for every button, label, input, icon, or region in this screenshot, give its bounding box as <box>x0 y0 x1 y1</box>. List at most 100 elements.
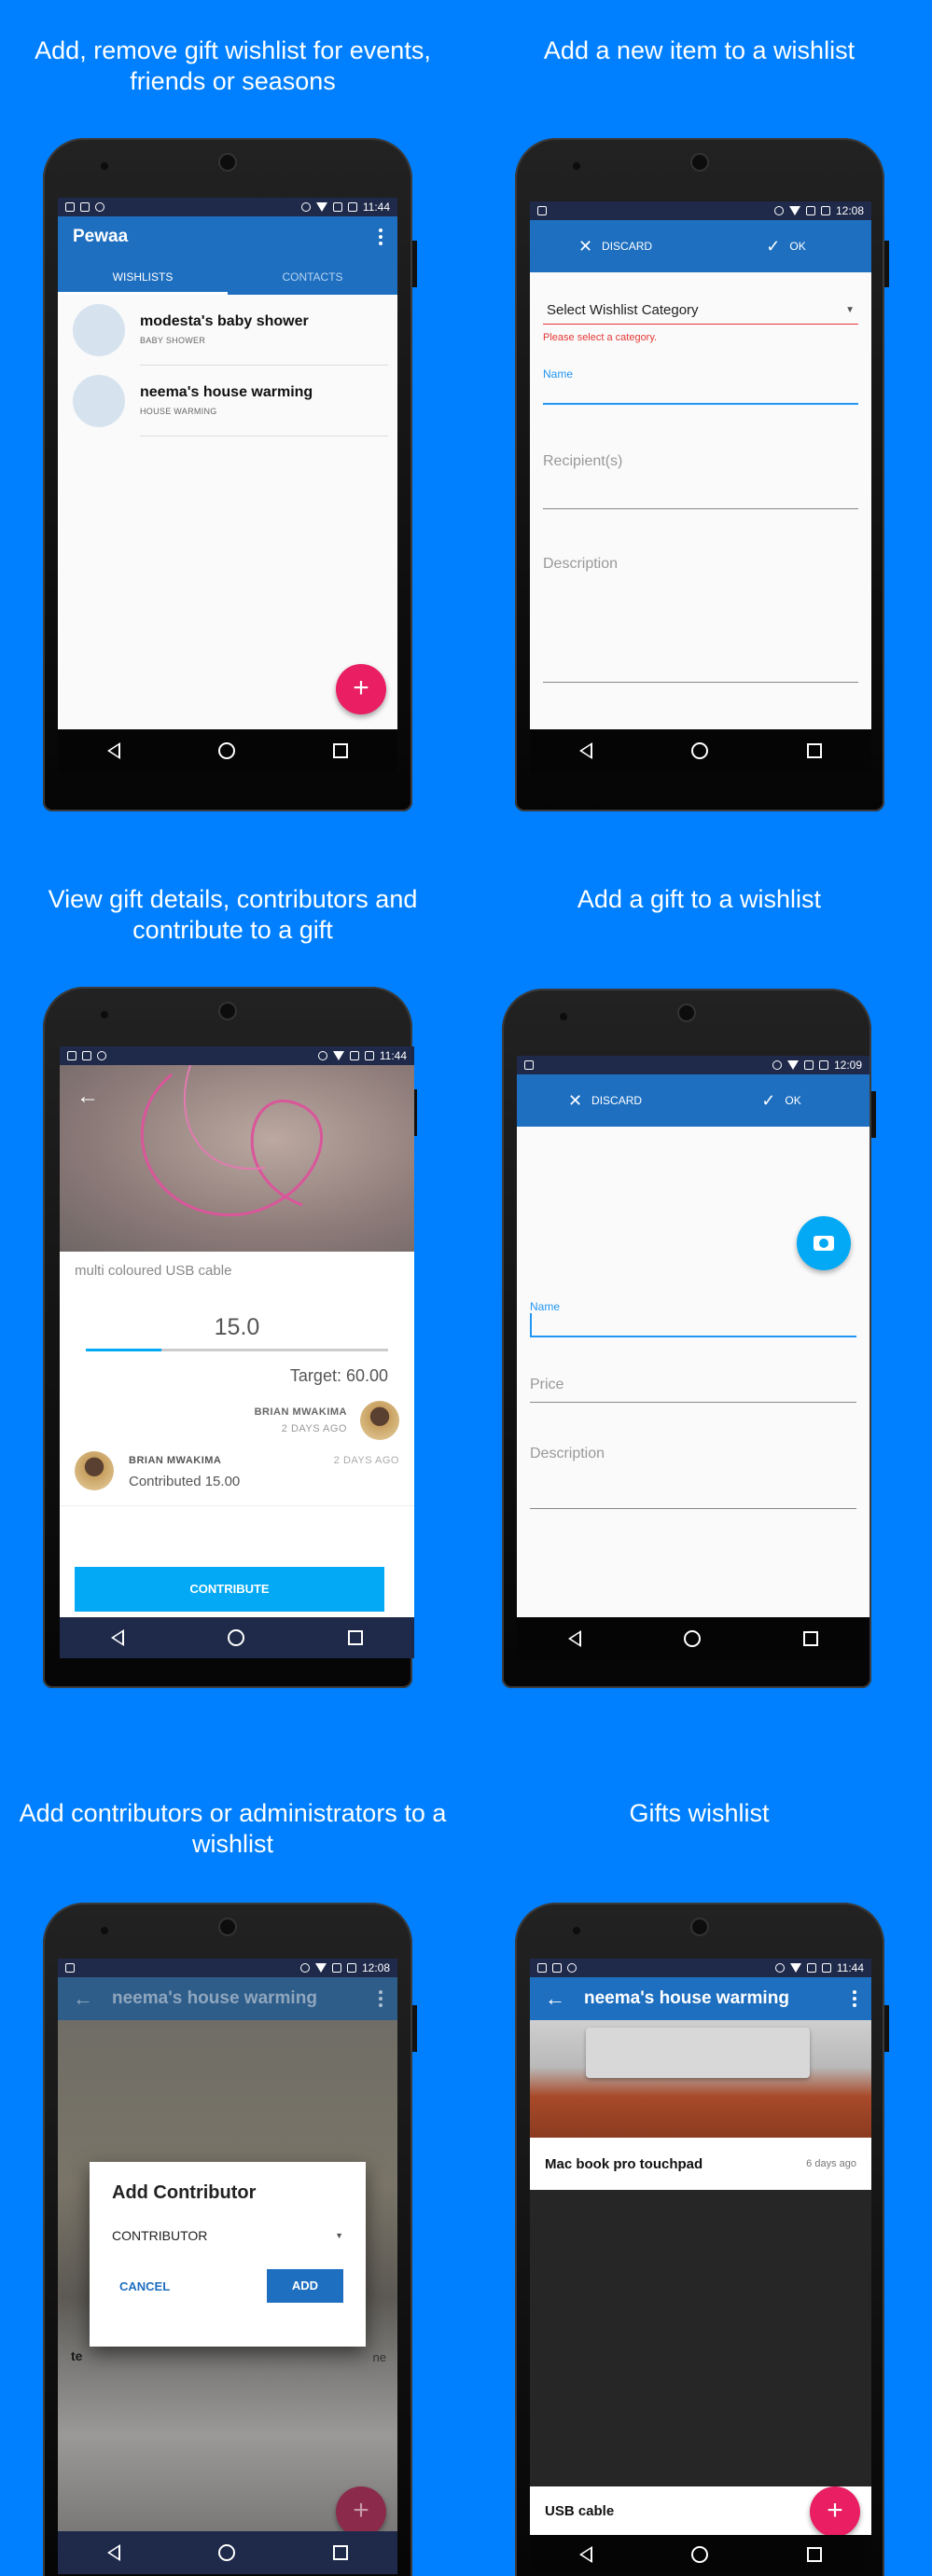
phone-frame: 12:08 ← neema's house warming te ne + Ad… <box>43 1903 417 2576</box>
cancel-button[interactable]: CANCEL <box>112 2279 170 2293</box>
back-arrow-icon[interactable]: ← <box>545 1987 565 2011</box>
signal-icon <box>806 1963 816 1973</box>
status-bar: 12:08 <box>530 201 871 220</box>
status-bar: 11:44 <box>530 1959 871 1977</box>
description-input[interactable] <box>530 1462 856 1509</box>
home-nav-icon[interactable] <box>691 2546 708 2563</box>
item-subtitle: BABY SHOWER <box>140 336 206 345</box>
name-label: Name <box>543 367 574 381</box>
recents-nav-icon[interactable] <box>347 1630 363 1645</box>
gift-image <box>530 2020 871 2138</box>
panel-wishlists: Add, remove gift wishlist for events, fr… <box>0 0 466 858</box>
tab-contacts[interactable]: CONTACTS <box>228 257 397 295</box>
doc-icon <box>537 206 547 215</box>
name-input[interactable] <box>543 381 858 405</box>
description-label: Description <box>530 1446 605 1461</box>
doc-icon <box>82 1051 91 1060</box>
avatar <box>360 1401 399 1440</box>
discard-label: DISCARD <box>602 240 653 253</box>
tab-wishlists[interactable]: WISHLISTS <box>58 257 228 295</box>
home-nav-icon[interactable] <box>217 742 235 759</box>
add-gift-button[interactable]: + <box>810 2486 860 2537</box>
price-input[interactable] <box>530 1393 856 1403</box>
back-nav-icon[interactable] <box>579 742 592 759</box>
role-select[interactable]: CONTRIBUTOR ▼ <box>112 2228 343 2243</box>
close-icon: ✕ <box>567 1090 583 1110</box>
back-nav-icon[interactable] <box>568 1630 581 1647</box>
camera <box>220 155 235 170</box>
overflow-menu-icon[interactable] <box>379 229 383 245</box>
battery-icon <box>818 1060 828 1070</box>
doc-icon <box>524 1060 534 1070</box>
contributor-row: BRIAN MWAKIMA 2 DAYS AGO Contributed 15.… <box>60 1451 414 1506</box>
back-nav-icon[interactable] <box>106 2544 120 2561</box>
action-bar: ✕ DISCARD ✓ OK <box>517 1074 869 1127</box>
home-nav-icon[interactable] <box>684 1630 701 1647</box>
status-bar: 11:44 <box>60 1046 414 1065</box>
check-icon: ✓ <box>761 1090 776 1110</box>
app-title: Pewaa <box>73 227 129 246</box>
add-wishlist-button[interactable]: + <box>336 664 386 714</box>
app-title: neema's house warming <box>112 1988 317 2008</box>
list-item[interactable]: neema's house warming HOUSE WARMING <box>58 366 397 436</box>
signal-icon <box>349 1051 359 1060</box>
progress-bar <box>86 1349 388 1351</box>
description-input[interactable] <box>543 573 858 683</box>
name-label: Name <box>530 1300 561 1313</box>
add-button[interactable]: ADD <box>267 2269 343 2303</box>
gift-card[interactable]: Mac book pro touchpad 6 days ago <box>530 2138 871 2190</box>
add-gift-button[interactable]: + <box>336 2486 386 2537</box>
avatar <box>73 304 125 356</box>
category-error: Please select a category. <box>543 332 658 343</box>
nav-bar <box>530 2535 871 2574</box>
overflow-menu-icon[interactable] <box>853 1990 856 2007</box>
ok-button[interactable]: ✓ OK <box>693 1091 869 1111</box>
panel-add-contributor: Add contributors or administrators to a … <box>0 1763 466 2576</box>
back-nav-icon[interactable] <box>579 2546 592 2563</box>
screen: 12:09 ✕ DISCARD ✓ OK Name Price Descriptio… <box>517 1056 869 1660</box>
gift-title: USB cable <box>545 2502 615 2519</box>
status-bar: 12:08 <box>58 1959 397 1977</box>
phone-frame: 12:08 ✕ DISCARD ✓ OK Select Wishlist Categ… <box>515 138 889 811</box>
camera-button[interactable] <box>797 1216 851 1270</box>
contributor-name: BRIAN MWAKIMA <box>129 1455 222 1466</box>
recents-nav-icon[interactable] <box>333 743 349 758</box>
recipients-input[interactable] <box>543 470 858 509</box>
phone-frame: 11:44 ← neema's house warming Mac book p… <box>515 1903 889 2576</box>
screen: 11:44 ← neema's house warming Mac book p… <box>530 1959 871 2574</box>
recents-nav-icon[interactable] <box>807 743 822 758</box>
caption: Add a gift to a wishlist <box>577 885 822 913</box>
name-input[interactable] <box>530 1313 856 1337</box>
overflow-menu-icon[interactable] <box>379 1990 383 2007</box>
close-icon: ✕ <box>577 236 593 256</box>
back-nav-icon[interactable] <box>111 1629 125 1646</box>
check-icon: ✓ <box>766 236 781 256</box>
ok-button[interactable]: ✓ OK <box>701 237 871 256</box>
status-time: 11:44 <box>836 1961 864 1974</box>
dropdown-arrow-icon: ▼ <box>335 2231 343 2240</box>
discard-button[interactable]: ✕ DISCARD <box>530 237 701 256</box>
cable-illustration <box>140 1065 324 1217</box>
discard-button[interactable]: ✕ DISCARD <box>517 1091 693 1111</box>
battery-icon <box>820 206 830 215</box>
back-arrow-icon[interactable]: ← <box>77 1084 99 1110</box>
back-nav-icon[interactable] <box>106 742 120 759</box>
discard-label: DISCARD <box>591 1094 643 1107</box>
recents-nav-icon[interactable] <box>803 1631 818 1646</box>
category-select[interactable]: Select Wishlist Category ▼ <box>543 302 858 325</box>
image-icon <box>537 1963 547 1973</box>
home-nav-icon[interactable] <box>227 1629 244 1646</box>
gift-title: Mac book pro touchpad <box>545 2155 703 2172</box>
alarm-icon <box>773 206 784 215</box>
back-arrow-icon[interactable]: ← <box>73 1987 93 2011</box>
home-nav-icon[interactable] <box>691 742 708 759</box>
recents-nav-icon[interactable] <box>333 2545 349 2560</box>
screen: 12:08 ✕ DISCARD ✓ OK Select Wishlist Categ… <box>530 201 871 772</box>
home-nav-icon[interactable] <box>217 2544 235 2561</box>
target-amount: Target: 60.00 <box>289 1366 388 1385</box>
contribution-amount: 15.0 <box>214 1314 260 1340</box>
recents-nav-icon[interactable] <box>807 2547 822 2562</box>
list-item[interactable]: modesta's baby shower BABY SHOWER <box>58 295 397 366</box>
contribute-button[interactable]: CONTRIBUTE <box>75 1567 384 1612</box>
comment-author: BRIAN MWAKIMA <box>254 1406 347 1418</box>
